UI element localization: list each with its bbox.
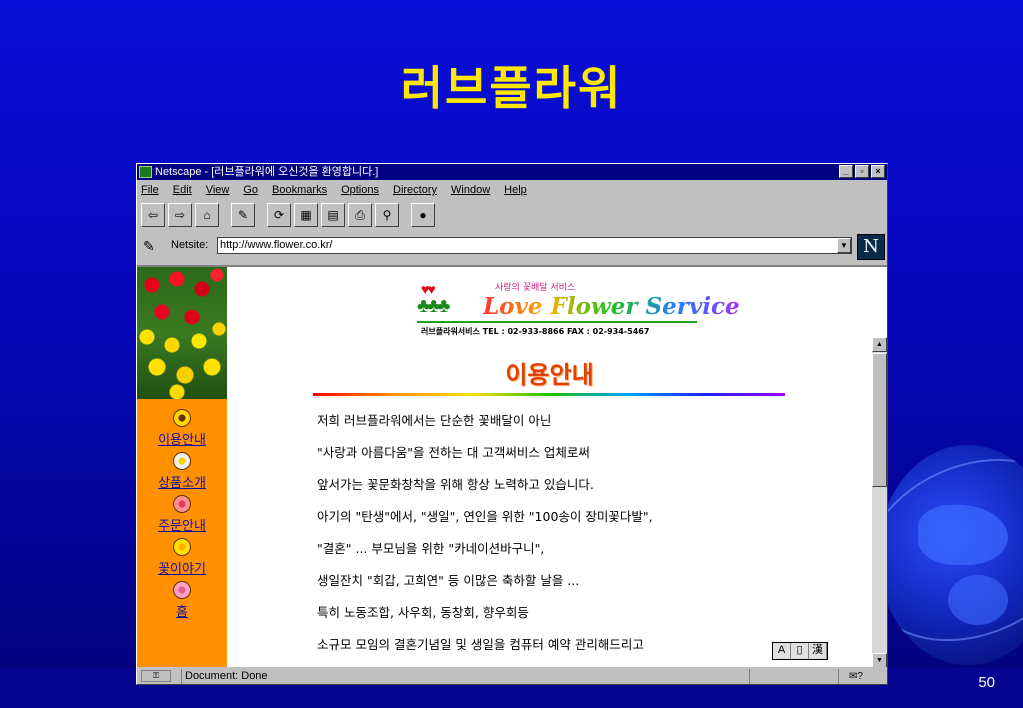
ime-english-toggle[interactable]: A	[773, 643, 791, 659]
navigation-toolbar: ⇦ ⇨ ⌂ ✎ ⟳ ▦ ▤ ⎙ ⚲ ●	[141, 201, 435, 229]
window-titlebar[interactable]: Netscape - [러브플라워에 오신것을 환영합니다.] _ ▫ ×	[137, 164, 887, 180]
site-sidebar: 이용안내 상품소개 주문안내 꽃이야기 홈	[137, 267, 227, 667]
home-icon[interactable]: ⌂	[195, 203, 219, 227]
main-content: ♥♥ ♣♣♣ 사랑의 꽃배달 서비스 Love Flower Service 러…	[227, 267, 872, 667]
flower-icon	[173, 452, 191, 470]
ime-hanja-toggle[interactable]: 漢	[809, 643, 827, 659]
images-icon[interactable]: ▦	[294, 203, 318, 227]
menu-file[interactable]: File	[141, 181, 159, 199]
nav-link-order[interactable]: 주문안내	[137, 515, 227, 534]
status-text: Document: Done	[181, 669, 747, 684]
menu-help[interactable]: Help	[504, 181, 527, 199]
forward-icon[interactable]: ⇨	[168, 203, 192, 227]
site-nav: 이용안내 상품소개 주문안내 꽃이야기 홈	[137, 407, 227, 622]
menu-edit[interactable]: Edit	[173, 181, 192, 199]
netscape-logo: N	[857, 234, 885, 260]
menu-view[interactable]: View	[206, 181, 230, 199]
url-input[interactable]: http://www.flower.co.kr/	[217, 237, 852, 254]
nav-link-home[interactable]: 홈	[137, 601, 227, 620]
minimize-button[interactable]: _	[839, 165, 853, 178]
plants-icon: ♣♣♣	[417, 295, 450, 317]
menu-window[interactable]: Window	[451, 181, 490, 199]
edit-icon[interactable]: ✎	[231, 203, 255, 227]
mail-icon[interactable]: ✉?	[849, 669, 863, 684]
slide-title: 러브플라워	[400, 61, 623, 115]
nav-link-guide[interactable]: 이용안내	[137, 429, 227, 448]
print-icon[interactable]: ⎙	[348, 203, 372, 227]
page-number: 50	[978, 674, 995, 691]
text-line: 앞서가는 꽃문화창착을 위해 항상 노력하고 있습니다.	[317, 477, 594, 492]
open-icon[interactable]: ▤	[321, 203, 345, 227]
nav-link-stories[interactable]: 꽃이야기	[137, 558, 227, 577]
text-line: "결혼" ... 부모님을 위한 "카네이션바구니",	[317, 541, 545, 556]
site-logo[interactable]: ♥♥ ♣♣♣ 사랑의 꽃배달 서비스 Love Flower Service 러…	[413, 277, 740, 339]
text-line: 생일잔치 "회갑, 고희연" 등 이많은 축하할 날을 ...	[317, 573, 580, 588]
guide-text: 저희 러브플라워에서는 단순한 꽃배달이 아닌 "사랑과 아름다움"을 전하는 …	[317, 413, 817, 667]
back-icon[interactable]: ⇦	[141, 203, 165, 227]
location-label: Netsite:	[171, 239, 209, 251]
nav-item-stories[interactable]: 꽃이야기	[137, 536, 227, 579]
restore-button[interactable]: ▫	[855, 165, 869, 178]
text-line: "사랑과 아름다움"을 전하는 대 고객써비스 업체로써	[317, 445, 590, 460]
status-bar: ⚿ Document: Done ✉?	[137, 669, 887, 684]
scroll-thumb[interactable]	[872, 353, 887, 487]
vertical-scrollbar[interactable]: ▲ ▼	[872, 337, 887, 667]
window-title: Netscape - [러브플라워에 오신것을 환영합니다.]	[155, 166, 379, 178]
reload-icon[interactable]: ⟳	[267, 203, 291, 227]
netscape-app-icon	[139, 166, 152, 178]
security-key-icon[interactable]: ⚿	[141, 670, 171, 682]
section-heading: 이용안내	[505, 361, 594, 389]
url-dropdown-button[interactable]: ▼	[837, 238, 851, 253]
text-line: 특히 노동조합, 사우회, 동창회, 향우회등	[317, 605, 529, 620]
menu-go[interactable]: Go	[243, 181, 258, 199]
flower-icon	[173, 409, 191, 427]
bookmark-pen-icon[interactable]: ✎	[143, 238, 155, 255]
menu-directory[interactable]: Directory	[393, 181, 437, 199]
menu-options[interactable]: Options	[341, 181, 379, 199]
scroll-down-arrow-icon[interactable]: ▼	[872, 653, 887, 667]
nav-item-products[interactable]: 상품소개	[137, 450, 227, 493]
globe-land	[948, 575, 1008, 625]
close-button[interactable]: ×	[871, 165, 885, 178]
status-progress	[749, 669, 839, 684]
nav-item-order[interactable]: 주문안내	[137, 493, 227, 536]
scroll-up-arrow-icon[interactable]: ▲	[872, 337, 887, 352]
menu-bar: File Edit View Go Bookmarks Options Dire…	[137, 181, 887, 199]
rainbow-divider	[313, 393, 785, 396]
nav-item-home[interactable]: 홈	[137, 579, 227, 622]
flower-icon	[173, 581, 191, 599]
logo-contact: 러브플라워서비스 TEL : 02-933-8866 FAX : 02-934-…	[421, 327, 650, 336]
text-line: 아기의 "탄생"에서, "생일", 연인을 위한 "100송이 장미꽃다발",	[317, 509, 653, 524]
globe-decoration	[878, 445, 1023, 665]
logo-subtitle: 사랑의 꽃배달 서비스	[495, 283, 576, 293]
logo-underline	[417, 321, 697, 323]
ime-toolbar: A ▯ 漢	[772, 642, 828, 660]
menu-bookmarks[interactable]: Bookmarks	[272, 181, 327, 199]
stop-icon[interactable]: ●	[411, 203, 435, 227]
find-icon[interactable]: ⚲	[375, 203, 399, 227]
ime-width-toggle[interactable]: ▯	[791, 643, 809, 659]
browser-window: Netscape - [러브플라워에 오신것을 환영합니다.] _ ▫ × Fi…	[136, 163, 888, 685]
tulip-image	[137, 267, 227, 399]
logo-name: Love Flower Service	[483, 293, 740, 320]
location-bar: ✎ Netsite: http://www.flower.co.kr/ ▼ N	[137, 232, 887, 260]
nav-link-products[interactable]: 상품소개	[137, 472, 227, 491]
nav-item-guide[interactable]: 이용안내	[137, 407, 227, 450]
flower-icon	[173, 538, 191, 556]
text-line: 소규모 모임의 결혼기념일 및 생일을 컴퓨터 예약 관리해드리고	[317, 637, 644, 652]
text-line: 저희 러브플라워에서는 단순한 꽃배달이 아닌	[317, 413, 552, 428]
page-content: 이용안내 상품소개 주문안내 꽃이야기 홈 ♥♥ ♣♣♣ 사랑의 꽃배달 서비스…	[137, 265, 887, 667]
flower-icon	[173, 495, 191, 513]
